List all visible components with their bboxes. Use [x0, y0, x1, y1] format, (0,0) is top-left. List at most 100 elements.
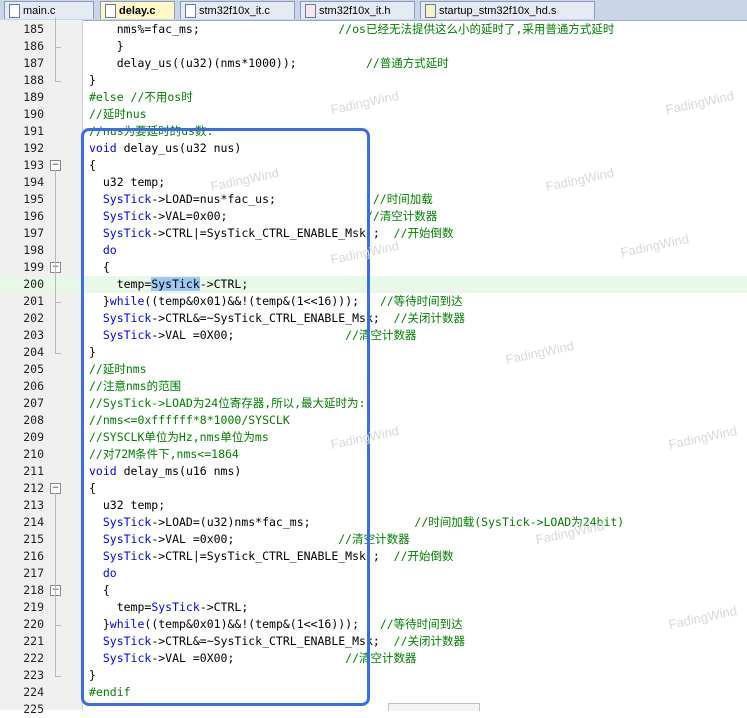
code-line[interactable]: 187 delay_us((u32)(nms*1000)); //普通方式延时 [0, 55, 747, 72]
line-number: 210 [23, 447, 44, 461]
code-text: } [89, 39, 124, 53]
line-number: 214 [23, 515, 44, 529]
line-number: 193 [23, 158, 44, 172]
code-line[interactable]: 196 SysTick->VAL=0x00; //清空计数器 [0, 208, 747, 225]
file-s-icon [425, 4, 436, 18]
line-number: 223 [23, 668, 44, 682]
code-line[interactable]: 194 u32 temp; [0, 174, 747, 191]
code-line[interactable]: 212−{ [0, 480, 747, 497]
code-text: } [89, 668, 96, 682]
tab-main-c[interactable]: main.c [4, 1, 94, 19]
code-editor[interactable]: 185 nms%=fac_ms; //os已经无法提供这么小的延时了,采用普通方… [0, 17, 747, 716]
code-text: SysTick->CTRL&=~SysTick_CTRL_ENABLE_Msk;… [89, 634, 465, 648]
code-text: //nus为要延时的us数. [89, 124, 214, 138]
code-text: SysTick->VAL =0X00; //清空计数器 [89, 651, 417, 665]
file-c-icon [9, 4, 20, 18]
code-text: //SYSCLK单位为Hz,nms单位为ms [89, 430, 269, 444]
fold-end-marker [55, 676, 61, 677]
code-line[interactable]: 207 //SysTick->LOAD为24位寄存器,所以,最大延时为: [0, 395, 747, 412]
code-line[interactable]: 202 SysTick->CTRL&=~SysTick_CTRL_ENABLE_… [0, 310, 747, 327]
code-line[interactable]: 208 //nms<=0xffffff*8*1000/SYSCLK [0, 412, 747, 429]
line-number: 188 [23, 73, 44, 87]
code-text: SysTick->VAL=0x00; //清空计数器 [89, 209, 438, 223]
line-number: 208 [23, 413, 44, 427]
code-line[interactable]: 210 //对72M条件下,nms<=1864 [0, 446, 747, 463]
code-text: //SysTick->LOAD为24位寄存器,所以,最大延时为: [89, 396, 366, 410]
code-text: //注意nms的范围 [89, 379, 182, 393]
code-text: u32 temp; [89, 498, 166, 512]
tab-stm32f10x-it-c[interactable]: stm32f10x_it.c [180, 1, 295, 19]
code-text: do [89, 566, 117, 580]
line-number: 211 [23, 464, 44, 478]
tab-startup-stm32f10x-hd-s[interactable]: startup_stm32f10x_hd.s [420, 1, 595, 19]
code-text: { [89, 583, 110, 597]
code-line[interactable]: 216 SysTick->CTRL|=SysTick_CTRL_ENABLE_M… [0, 548, 747, 565]
line-number: 186 [23, 39, 44, 53]
code-line[interactable]: 201 }while((temp&0x01)&&!(temp&(1<<16)))… [0, 293, 747, 310]
file-tab-bar: main.c delay.c stm32f10x_it.c stm32f10x_it.… [0, 0, 747, 21]
line-number: 201 [23, 294, 44, 308]
code-text: } [89, 73, 96, 87]
line-number: 203 [23, 328, 44, 342]
line-number: 195 [23, 192, 44, 206]
code-line[interactable]: 205 //延时nms [0, 361, 747, 378]
code-line[interactable]: 200 temp=SysTick->CTRL; [0, 276, 747, 293]
code-line[interactable]: 213 u32 temp; [0, 497, 747, 514]
line-number: 216 [23, 549, 44, 563]
code-text: u32 temp; [89, 175, 166, 189]
code-line[interactable]: 195 SysTick->LOAD=nus*fac_us; //时间加载 [0, 191, 747, 208]
code-line[interactable]: 223} [0, 667, 747, 684]
code-line[interactable]: 191 //nus为要延时的us数. [0, 123, 747, 140]
code-line[interactable]: 204} [0, 344, 747, 361]
line-number: 202 [23, 311, 44, 325]
line-number: 221 [23, 634, 44, 648]
fold-guide-line [55, 493, 56, 676]
code-text: //对72M条件下,nms<=1864 [89, 447, 239, 461]
code-line[interactable]: 188} [0, 72, 747, 89]
code-text: SysTick->VAL =0X00; //清空计数器 [89, 328, 417, 342]
code-text: void delay_ms(u16 nms) [89, 464, 242, 478]
code-line[interactable]: 217 do [0, 565, 747, 582]
line-number: 200 [23, 277, 44, 291]
line-number: 197 [23, 226, 44, 240]
code-text: SysTick->LOAD=nus*fac_us; //时间加载 [89, 192, 433, 206]
code-line[interactable]: 206 //注意nms的范围 [0, 378, 747, 395]
line-number: 213 [23, 498, 44, 512]
code-text: }while((temp&0x01)&&!(temp&(1<<16))); //… [89, 617, 463, 631]
line-number: 192 [23, 141, 44, 155]
code-text: //延时nms [89, 362, 147, 376]
code-line[interactable]: 199− { [0, 259, 747, 276]
line-number: 219 [23, 600, 44, 614]
code-line[interactable]: 224 #endif [0, 684, 747, 701]
code-line[interactable]: 215 SysTick->VAL =0x00; //清空计数器 [0, 531, 747, 548]
code-text: //nms<=0xffffff*8*1000/SYSCLK [89, 413, 290, 427]
fold-end-marker [55, 353, 61, 354]
tab-delay-c[interactable]: delay.c [100, 1, 175, 19]
code-line[interactable]: 221 SysTick->CTRL&=~SysTick_CTRL_ENABLE_… [0, 633, 747, 650]
code-line[interactable]: 219 temp=SysTick->CTRL; [0, 599, 747, 616]
code-line[interactable]: 222 SysTick->VAL =0X00; //清空计数器 [0, 650, 747, 667]
code-line[interactable]: 211 void delay_ms(u16 nms) [0, 463, 747, 480]
line-number: 222 [23, 651, 44, 665]
code-line[interactable]: 186 } [0, 38, 747, 55]
code-line[interactable]: 193−{ [0, 157, 747, 174]
line-number: 212 [23, 481, 44, 495]
code-line[interactable]: 192 void delay_us(u32 nus) [0, 140, 747, 157]
code-text: SysTick->CTRL&=~SysTick_CTRL_ENABLE_Msk;… [89, 311, 465, 325]
code-line[interactable]: 220 }while((temp&0x01)&&!(temp&(1<<16)))… [0, 616, 747, 633]
code-text: temp=SysTick->CTRL; [89, 277, 249, 291]
code-text: SysTick->LOAD=(u32)nms*fac_ms; //时间加载(Sy… [89, 515, 625, 529]
code-line[interactable]: 214 SysTick->LOAD=(u32)nms*fac_ms; //时间加… [0, 514, 747, 531]
fold-guide-line [55, 17, 56, 81]
line-number: 189 [23, 90, 44, 104]
tab-stm32f10x-it-h[interactable]: stm32f10x_it.h [300, 1, 415, 19]
code-text: delay_us((u32)(nms*1000)); //普通方式延时 [89, 56, 449, 70]
code-line[interactable]: 197 SysTick->CTRL|=SysTick_CTRL_ENABLE_M… [0, 225, 747, 242]
code-line[interactable]: 185 nms%=fac_ms; //os已经无法提供这么小的延时了,采用普通方… [0, 21, 747, 38]
tab-label: stm32f10x_it.c [199, 5, 270, 17]
code-line[interactable]: 203 SysTick->VAL =0X00; //清空计数器 [0, 327, 747, 344]
code-line[interactable]: 218− { [0, 582, 747, 599]
code-text: temp=SysTick->CTRL; [89, 600, 249, 614]
code-line[interactable]: 190 //延时nus [0, 106, 747, 123]
line-number: 191 [23, 124, 44, 138]
